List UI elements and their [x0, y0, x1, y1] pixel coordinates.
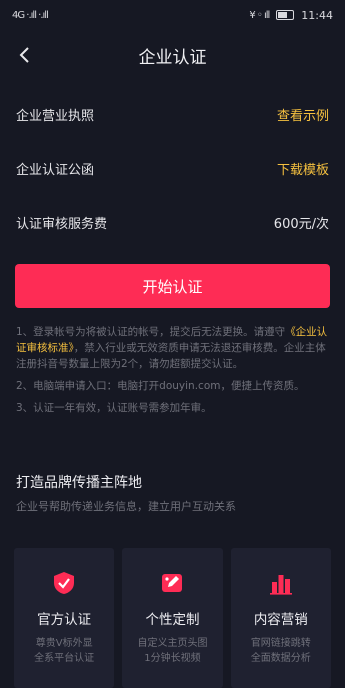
note-1-text-a: 1、登录帐号为将被认证的帐号，提交后无法更换。请遵守 [16, 326, 286, 338]
status-left: 4G ·.ıll ·.ıll [12, 9, 49, 21]
view-example-link[interactable]: 查看示例 [277, 105, 329, 124]
row-label: 认证审核服务费 [16, 216, 108, 232]
page-title: 企业认证 [138, 47, 207, 68]
card-desc-line: 1分钟长视频 [144, 653, 201, 664]
notes: 1、登录帐号为将被认证的帐号，提交后无法更换。请遵守《企业认证审核标准》，禁入行… [0, 308, 345, 416]
card-title: 个性定制 [145, 612, 200, 628]
card-title: 官方认证 [37, 612, 92, 628]
connectivity-icons: ¥ ◦ ıll [249, 9, 270, 21]
row-business-license: 企业营业执照 查看示例 [0, 87, 345, 141]
note-2: 2、电脑端申请入口：电脑打开douyin.com，便捷上传资质。 [16, 380, 305, 392]
status-time: 11:44 [301, 8, 333, 22]
chevron-left-icon [19, 47, 29, 63]
card-official-certification: 官方认证 尊贵V标外显 全系平台认证 [14, 548, 115, 688]
status-bar: 4G ·.ıll ·.ıll ¥ ◦ ıll 11:44 [0, 0, 345, 30]
back-button[interactable] [10, 40, 40, 70]
pencil-card-icon [162, 574, 183, 592]
card-desc-line: 官网链接跳转 [250, 638, 311, 649]
fee-value: 600元/次 [273, 216, 329, 232]
card-content-marketing: 内容营销 官网链接跳转 全面数据分析 [230, 548, 331, 688]
card-desc-line: 尊贵V标外显 [35, 638, 93, 649]
signal-icons: 4G ·.ıll ·.ıll [12, 9, 49, 21]
row-label: 企业营业执照 [16, 108, 95, 124]
section-subtitle: 企业号帮助传递业务信息，建立用户互动关系 [16, 500, 236, 513]
row-label: 企业认证公函 [16, 162, 95, 178]
card-title: 内容营销 [253, 612, 308, 628]
shield-check-icon [54, 572, 75, 594]
row-certification-letter: 企业认证公函 下载模板 [0, 141, 345, 195]
section-title: 打造品牌传播主阵地 [16, 475, 142, 491]
benefits-section: 打造品牌传播主阵地 企业号帮助传递业务信息，建立用户互动关系 [0, 422, 345, 514]
card-desc-line: 全系平台认证 [34, 653, 95, 664]
card-desc: 尊贵V标外显 全系平台认证 [34, 636, 94, 666]
download-template-link[interactable]: 下载模板 [277, 159, 329, 178]
nav-bar: 企业认证 [0, 30, 345, 80]
note-1: 1、登录帐号为将被认证的帐号，提交后无法更换。请遵守《企业认证审核标准》，禁入行… [16, 324, 329, 372]
note-3: 3、认证一年有效，认证账号需参加年审。 [16, 402, 212, 414]
row-review-fee: 认证审核服务费 600元/次 [0, 195, 345, 249]
info-list: 企业营业执照 查看示例 企业认证公函 下载模板 认证审核服务费 600元/次 [0, 87, 345, 249]
start-certification-button[interactable]: 开始认证 [15, 264, 330, 308]
card-desc: 官网链接跳转 全面数据分析 [251, 636, 311, 666]
bar-chart-icon [269, 575, 292, 595]
card-personal-customization: 个性定制 自定义主页头图 1分钟长视频 [122, 548, 223, 688]
card-desc-line: 自定义主页头图 [137, 638, 208, 649]
status-right: ¥ ◦ ıll 11:44 [249, 9, 333, 22]
benefit-cards: 官方认证 尊贵V标外显 全系平台认证 个性定制 自定义主页头图 1分钟长视频 内… [14, 548, 331, 688]
card-desc: 自定义主页头图 1分钟长视频 [137, 636, 207, 666]
card-desc-line: 全面数据分析 [250, 653, 311, 664]
battery-icon [276, 10, 295, 20]
